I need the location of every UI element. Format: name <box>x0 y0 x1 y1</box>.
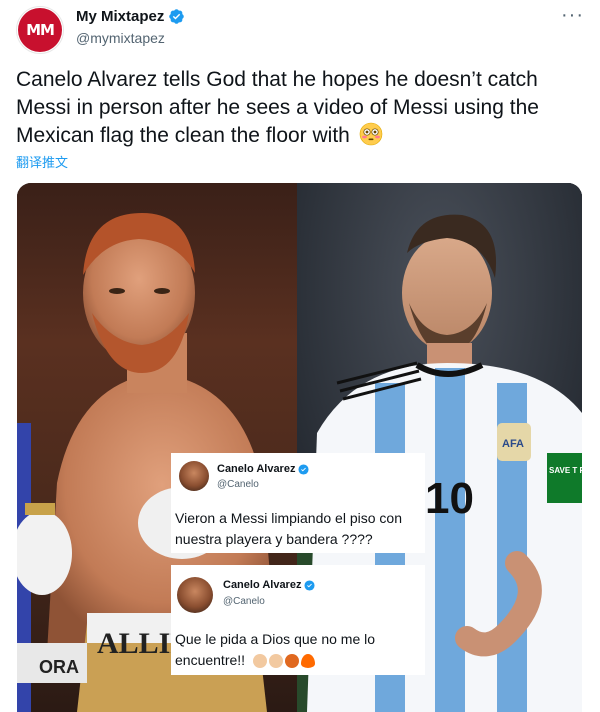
tweet-text: Canelo Alvarez tells God that he hopes h… <box>16 66 586 150</box>
embedded-tweet-text-line-2-content: encuentre!! <box>175 652 246 668</box>
avatar-logo-text: MM <box>26 21 55 39</box>
embedded-tweet-text-line-2: encuentre!! <box>175 650 375 671</box>
tweet-header: MM My Mixtapez @mymixtapez ··· <box>16 5 584 54</box>
translate-tweet-link[interactable]: 翻译推文 <box>16 152 68 171</box>
verified-badge-icon <box>169 9 185 24</box>
embedded-tweet-display-name-text: Canelo Alvarez <box>223 579 302 591</box>
embedded-tweet-text-line-1: Que le pida a Dios que no me lo <box>175 631 376 647</box>
verified-badge-icon <box>304 579 316 591</box>
author-names: My Mixtapez @mymixtapez <box>76 8 185 46</box>
author-avatar[interactable]: MM <box>16 6 64 54</box>
embedded-tweet-display-name-text: Canelo Alvarez <box>217 463 296 475</box>
author-handle[interactable]: @mymixtapez <box>76 30 185 46</box>
flushed-face-icon <box>359 122 383 146</box>
embedded-tweet-handle: @Canelo <box>217 479 259 490</box>
verified-badge-icon <box>298 463 310 475</box>
author-display-name-text[interactable]: My Mixtapez <box>76 8 164 25</box>
fist-icon <box>252 654 267 668</box>
embedded-tweet-avatar <box>179 461 209 491</box>
fist-icon <box>268 654 283 668</box>
embedded-tweet-text: Vieron a Messi limpiando el piso con nue… <box>175 508 402 550</box>
shirt-patch-text: AFA <box>502 438 524 450</box>
fire-icon <box>300 654 315 668</box>
embedded-tweet-handle: @Canelo <box>223 596 265 607</box>
embedded-tweet-display-name: Canelo Alvarez <box>217 463 310 475</box>
tweet-media-image[interactable]: ALLIE ORA 10 AFA SAVE T Canelo Alvarez @… <box>17 183 582 712</box>
tweet-text-content: Canelo Alvarez tells God that he hopes h… <box>16 68 539 147</box>
embedded-tweet-text-line-2: nuestra playera y bandera ???? <box>175 531 373 547</box>
embedded-tweet-text-line-1: Vieron a Messi limpiando el piso con <box>175 510 402 526</box>
emoji-row <box>252 654 315 668</box>
embedded-tweet-2[interactable]: Canelo Alvarez @Canelo Que le pida a Dio… <box>171 565 425 675</box>
author-display-name[interactable]: My Mixtapez <box>76 8 185 25</box>
sleeve-text: SAVE T PLON <box>549 466 582 475</box>
embedded-tweet-display-name: Canelo Alvarez <box>223 579 316 591</box>
angry-face-icon <box>284 654 299 668</box>
embedded-tweet-avatar <box>177 577 213 613</box>
embedded-tweet-text: Que le pida a Dios que no me lo encuentr… <box>175 629 375 671</box>
embedded-tweet-1[interactable]: Canelo Alvarez @Canelo Vieron a Messi li… <box>171 453 425 553</box>
shirt-number: 10 <box>425 474 474 523</box>
mymixtapez-logo-icon: MM <box>18 8 62 52</box>
corner-text: ORA <box>39 657 79 677</box>
more-options-icon[interactable]: ··· <box>561 5 584 25</box>
